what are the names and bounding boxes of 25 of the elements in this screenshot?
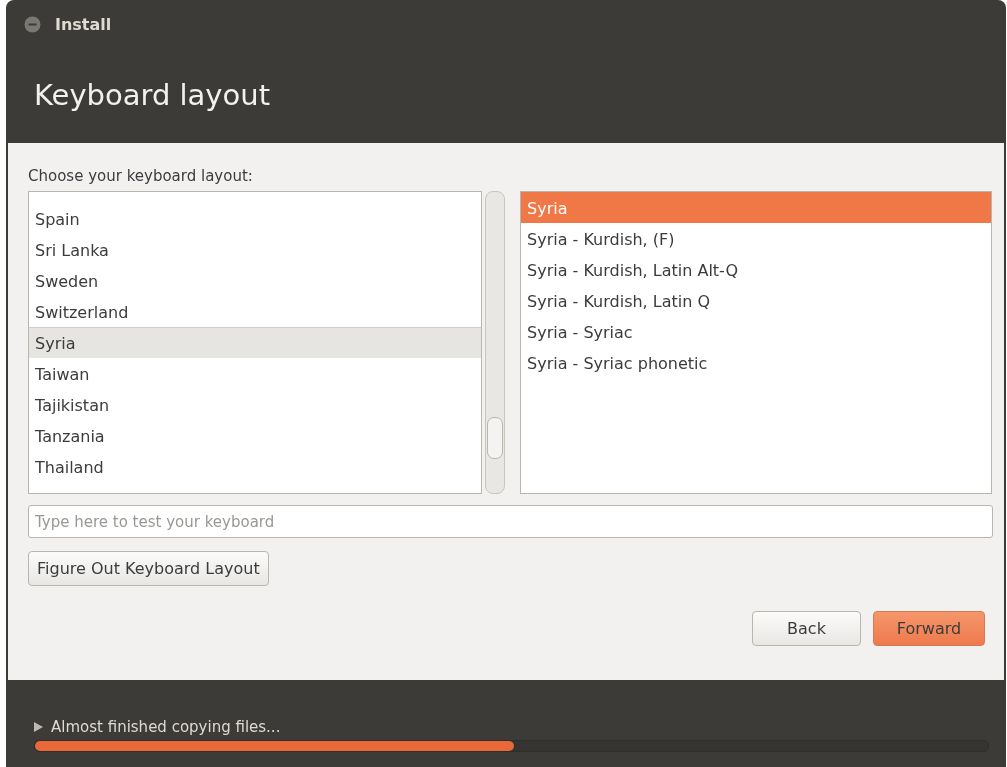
country-item[interactable]: Sri Lanka — [29, 234, 482, 265]
variant-item[interactable]: Syria - Kurdish, Latin Q — [521, 285, 991, 316]
country-item[interactable]: Sweden — [29, 265, 482, 296]
figure-out-layout-button[interactable]: Figure Out Keyboard Layout — [28, 551, 269, 586]
minimize-icon[interactable] — [24, 15, 41, 33]
country-item[interactable]: Tajikistan — [29, 389, 482, 420]
country-item[interactable]: Switzerland — [29, 296, 482, 327]
progress-label: Almost finished copying files... — [51, 718, 281, 736]
country-item[interactable]: Spain — [29, 203, 482, 234]
variant-item[interactable]: Syria - Kurdish, (F) — [521, 223, 991, 254]
forward-button[interactable]: Forward — [873, 611, 985, 646]
country-item[interactable]: Thailand — [29, 451, 482, 482]
layout-label: Choose your keyboard layout: — [28, 167, 254, 185]
scrollbar[interactable] — [485, 191, 505, 494]
country-item[interactable]: Syria — [29, 327, 482, 358]
country-item[interactable]: Tanzania — [29, 420, 482, 451]
expander-icon[interactable] — [34, 722, 43, 732]
variant-item[interactable]: Syria - Syriac — [521, 316, 991, 347]
test-input-field[interactable]: Type here to test your keyboard — [28, 505, 993, 538]
window-title: Install — [55, 14, 112, 34]
variant-item[interactable]: Syria - Syriac phonetic — [521, 347, 991, 378]
country-item[interactable]: Taiwan — [29, 358, 482, 389]
back-button[interactable]: Back — [752, 611, 861, 646]
page-title: Keyboard layout — [34, 78, 271, 112]
variant-item[interactable]: Syria - Kurdish, Latin Alt-Q — [521, 254, 991, 285]
